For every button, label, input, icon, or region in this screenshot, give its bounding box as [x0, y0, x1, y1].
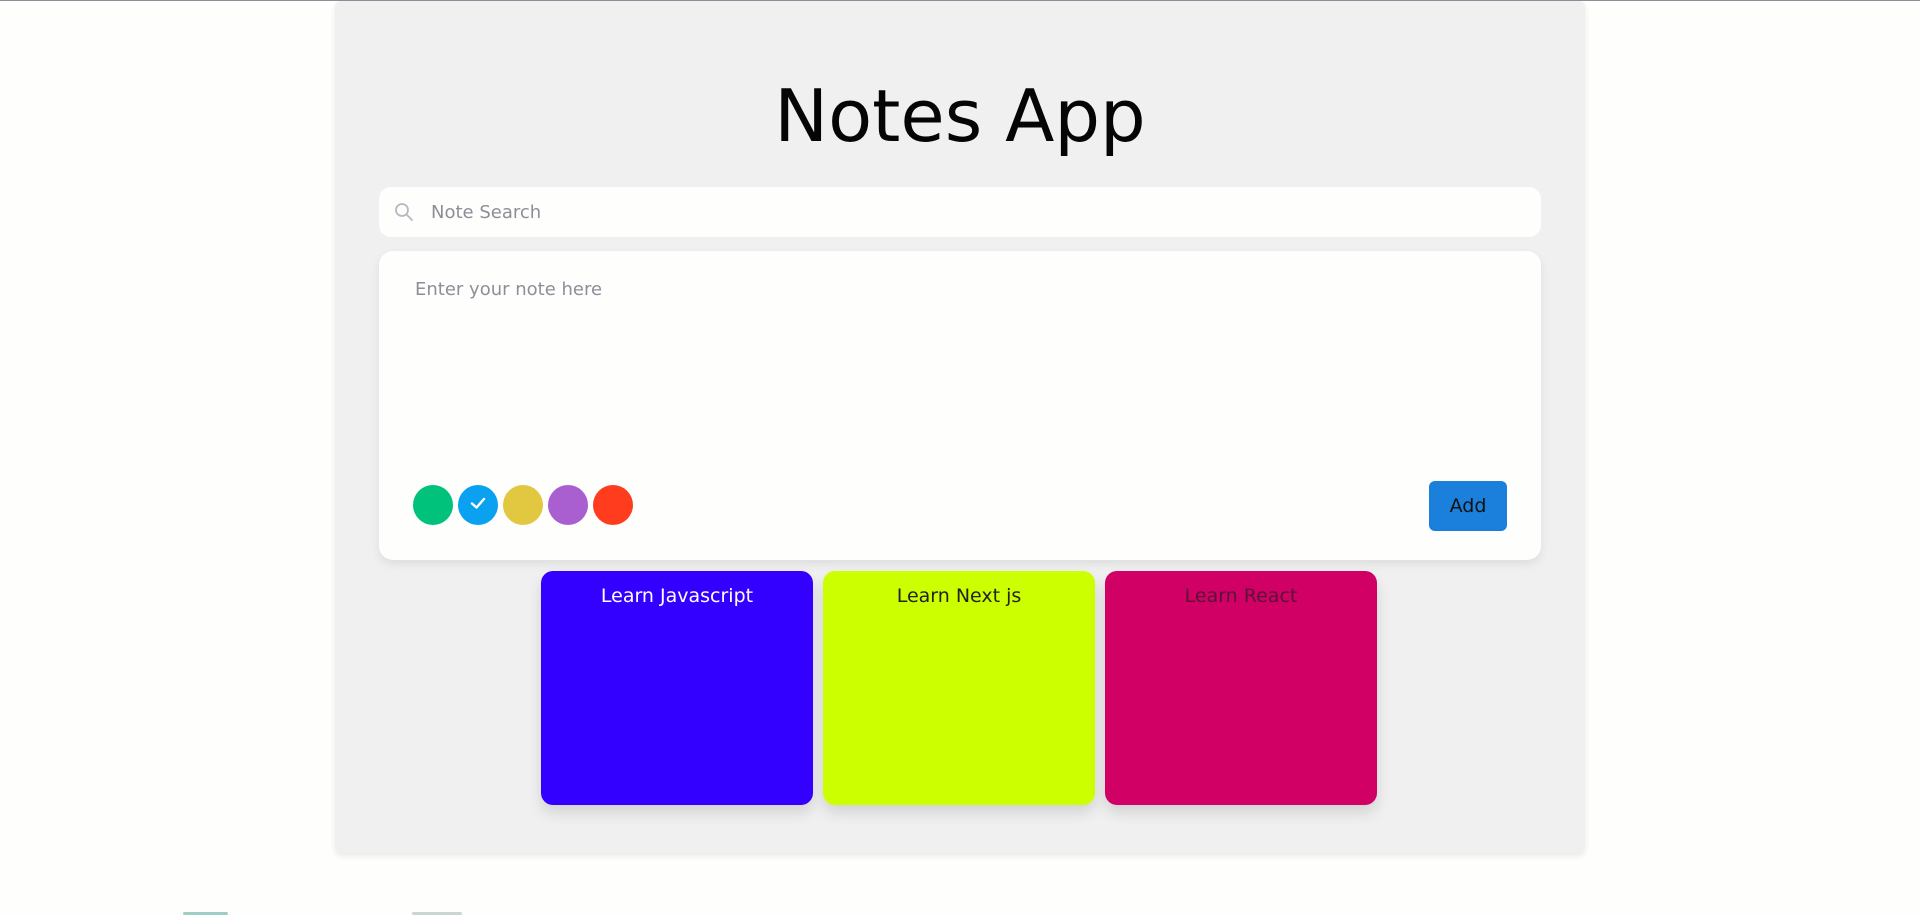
search-icon: [393, 201, 415, 223]
page-title: Notes App: [774, 74, 1146, 158]
color-swatch-green[interactable]: [413, 485, 453, 525]
color-swatch-yellow[interactable]: [503, 485, 543, 525]
color-swatch-purple[interactable]: [548, 485, 588, 525]
color-swatch-red[interactable]: [593, 485, 633, 525]
color-picker: [413, 485, 633, 525]
notes-app-container: Notes App Add Learn Javascript Learn Next…: [335, 1, 1585, 853]
color-swatch-blue[interactable]: [458, 485, 498, 525]
add-note-button[interactable]: Add: [1429, 481, 1507, 531]
note-card[interactable]: Learn Javascript: [541, 571, 813, 805]
note-text: Learn Javascript: [600, 585, 754, 607]
note-card[interactable]: Learn React: [1105, 571, 1377, 805]
note-input[interactable]: [413, 277, 1507, 461]
search-bar[interactable]: [379, 186, 1541, 238]
note-card[interactable]: Learn Next js: [823, 571, 1095, 805]
notes-list: Learn Javascript Learn Next js Learn React: [541, 571, 1377, 805]
search-input[interactable]: [429, 186, 1541, 238]
note-text: Learn Next js: [896, 585, 1022, 607]
note-text: Learn React: [1184, 585, 1298, 607]
check-icon: [469, 494, 487, 516]
note-composer: Add: [379, 251, 1541, 560]
